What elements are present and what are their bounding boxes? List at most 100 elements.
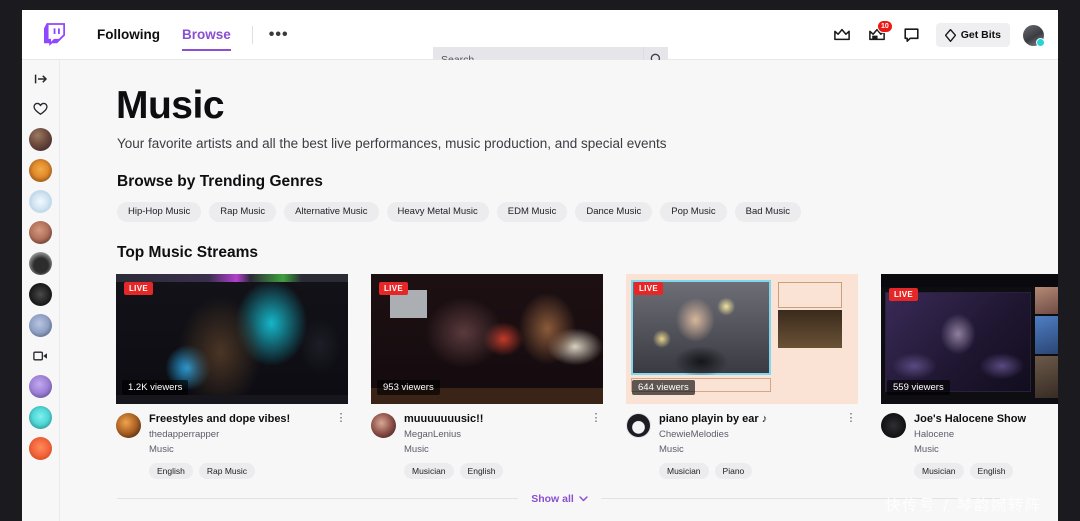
nav-link-following[interactable]: Following xyxy=(86,10,171,60)
stream-tag[interactable]: English xyxy=(149,462,193,479)
stream-tag-list: Musician English xyxy=(914,462,1058,479)
stream-card: LIVE 644 viewers piano playin by ear ♪ C… xyxy=(626,273,858,479)
streamer-avatar[interactable] xyxy=(116,412,141,438)
inbox-button[interactable]: 10 xyxy=(866,20,893,46)
nav-more-button[interactable]: ••• xyxy=(259,26,299,44)
page-title: Music xyxy=(116,84,225,127)
stream-category[interactable]: Music xyxy=(149,444,334,455)
nav-right-actions: 10 Get Bits xyxy=(831,10,1045,60)
sidebar-channel-avatar-3[interactable] xyxy=(29,190,52,213)
stream-card-info: Joe's Halocene Show Halocene Music Music… xyxy=(881,412,1058,479)
sidebar-channel-avatar-2[interactable] xyxy=(29,159,52,182)
genre-pill-heavy-metal[interactable]: Heavy Metal Music xyxy=(386,201,489,222)
show-all-row: Show all xyxy=(117,493,1002,505)
stream-card: LIVE 559 viewers Joe's Halocene Show Hal… xyxy=(881,273,1058,479)
stream-tag[interactable]: Musician xyxy=(659,462,709,479)
show-all-button[interactable]: Show all xyxy=(518,493,601,505)
expand-arrow-icon xyxy=(34,74,47,84)
left-sidebar-rail xyxy=(22,60,60,521)
sidebar-channel-avatar-9[interactable] xyxy=(29,406,52,429)
prime-loot-button[interactable] xyxy=(831,24,853,46)
nav-divider xyxy=(251,25,253,44)
genres-heading: Browse by Trending Genres xyxy=(117,172,323,190)
stream-category[interactable]: Music xyxy=(404,444,589,455)
sidebar-following-button[interactable] xyxy=(28,98,54,120)
chevron-down-icon xyxy=(579,495,588,501)
stream-title[interactable]: muuuuuuusic!! xyxy=(404,413,589,427)
viewer-count: 559 viewers xyxy=(887,379,950,395)
sidebar-videos-button[interactable] xyxy=(28,345,54,367)
twitch-app-window: Following Browse ••• Search 10 Get Bits … xyxy=(22,10,1058,521)
stream-channel-name[interactable]: Halocene xyxy=(914,429,1058,440)
get-bits-label: Get Bits xyxy=(960,29,1001,41)
crown-icon xyxy=(833,28,850,41)
sidebar-channel-avatar-10[interactable] xyxy=(29,437,52,460)
twitch-logo[interactable] xyxy=(44,22,68,48)
more-options-icon[interactable]: ⋮ xyxy=(589,412,603,479)
stream-thumbnail[interactable]: LIVE 953 viewers xyxy=(371,273,603,404)
sidebar-channel-avatar-5[interactable] xyxy=(29,252,52,275)
stream-thumbnail[interactable]: LIVE 1.2K viewers xyxy=(116,273,348,404)
live-badge: LIVE xyxy=(634,281,663,295)
sidebar-channel-avatar-4[interactable] xyxy=(29,221,52,244)
stream-tag-list: Musician English xyxy=(404,462,589,479)
sidebar-channel-avatar-7[interactable] xyxy=(29,314,52,337)
sidebar-channel-avatar-8[interactable] xyxy=(29,375,52,398)
stream-card-info: muuuuuuusic!! MeganLenius Music Musician… xyxy=(371,412,603,479)
stream-card: LIVE 953 viewers muuuuuuusic!! MeganLeni… xyxy=(371,273,603,479)
video-camera-icon xyxy=(33,351,47,361)
get-bits-button[interactable]: Get Bits xyxy=(935,23,1010,47)
genre-pill-rap[interactable]: Rap Music xyxy=(209,201,277,222)
stream-tag[interactable]: English xyxy=(969,462,1014,479)
chat-bubble-icon xyxy=(904,27,919,42)
stream-tag[interactable]: English xyxy=(459,462,504,479)
stream-tag-list: Musician Piano xyxy=(659,462,844,479)
stream-title[interactable]: Joe's Halocene Show xyxy=(914,413,1058,427)
stream-tag[interactable]: Rap Music xyxy=(198,462,256,479)
live-badge: LIVE xyxy=(889,287,918,301)
genre-pill-alternative[interactable]: Alternative Music xyxy=(284,201,379,222)
stream-category[interactable]: Music xyxy=(914,444,1058,455)
whispers-button[interactable] xyxy=(901,24,923,46)
stream-thumbnail[interactable]: LIVE 644 viewers xyxy=(626,273,858,404)
user-avatar[interactable] xyxy=(1023,24,1045,47)
stream-category[interactable]: Music xyxy=(659,444,844,455)
more-options-icon[interactable]: ⋮ xyxy=(844,412,858,479)
genre-pill-pop[interactable]: Pop Music xyxy=(660,201,727,222)
genre-pill-bad-music[interactable]: Bad Music xyxy=(734,201,801,222)
genre-pill-hip-hop[interactable]: Hip-Hop Music xyxy=(117,201,202,222)
streamer-avatar[interactable] xyxy=(626,412,651,438)
stream-card-info: Freestyles and dope vibes! thedapperrapp… xyxy=(116,412,348,479)
viewer-count: 953 viewers xyxy=(377,379,440,395)
top-navigation-bar: Following Browse ••• Search 10 Get Bits xyxy=(22,10,1058,72)
stream-title[interactable]: piano playin by ear ♪ xyxy=(659,413,844,427)
show-all-label: Show all xyxy=(531,492,574,505)
nav-link-browse[interactable]: Browse xyxy=(171,10,242,60)
inbox-badge-count: 10 xyxy=(876,20,893,33)
stream-channel-name[interactable]: thedapperrapper xyxy=(149,429,334,440)
streams-heading: Top Music Streams xyxy=(117,243,258,261)
stream-card: LIVE 1.2K viewers Freestyles and dope vi… xyxy=(116,273,348,479)
stream-tag[interactable]: Piano xyxy=(714,462,753,479)
stream-tag[interactable]: Musician xyxy=(404,462,454,479)
stream-channel-name[interactable]: MeganLenius xyxy=(404,429,589,440)
main-content-area: Music Your favorite artists and all the … xyxy=(60,60,1058,521)
stream-channel-name[interactable]: ChewieMelodies xyxy=(659,429,844,440)
sidebar-channel-avatar-1[interactable] xyxy=(29,128,52,151)
genre-pill-dance[interactable]: Dance Music xyxy=(575,201,653,222)
more-options-icon[interactable]: ⋮ xyxy=(334,412,348,479)
genre-pill-edm[interactable]: EDM Music xyxy=(496,201,568,222)
genre-pill-list: Hip-Hop Music Rap Music Alternative Musi… xyxy=(117,201,1058,222)
live-badge: LIVE xyxy=(379,281,408,295)
stream-title[interactable]: Freestyles and dope vibes! xyxy=(149,413,334,427)
streamer-avatar[interactable] xyxy=(371,412,396,438)
heart-icon xyxy=(33,102,48,115)
stream-tag[interactable]: Musician xyxy=(914,462,964,479)
sidebar-channel-avatar-6[interactable] xyxy=(29,283,52,306)
sidebar-expand-button[interactable] xyxy=(28,68,54,90)
bits-icon xyxy=(944,28,956,42)
divider-left xyxy=(117,498,519,500)
streamer-avatar[interactable] xyxy=(881,412,906,438)
stream-thumbnail[interactable]: LIVE 559 viewers xyxy=(881,273,1058,404)
nav-links: Following Browse ••• xyxy=(86,10,299,60)
